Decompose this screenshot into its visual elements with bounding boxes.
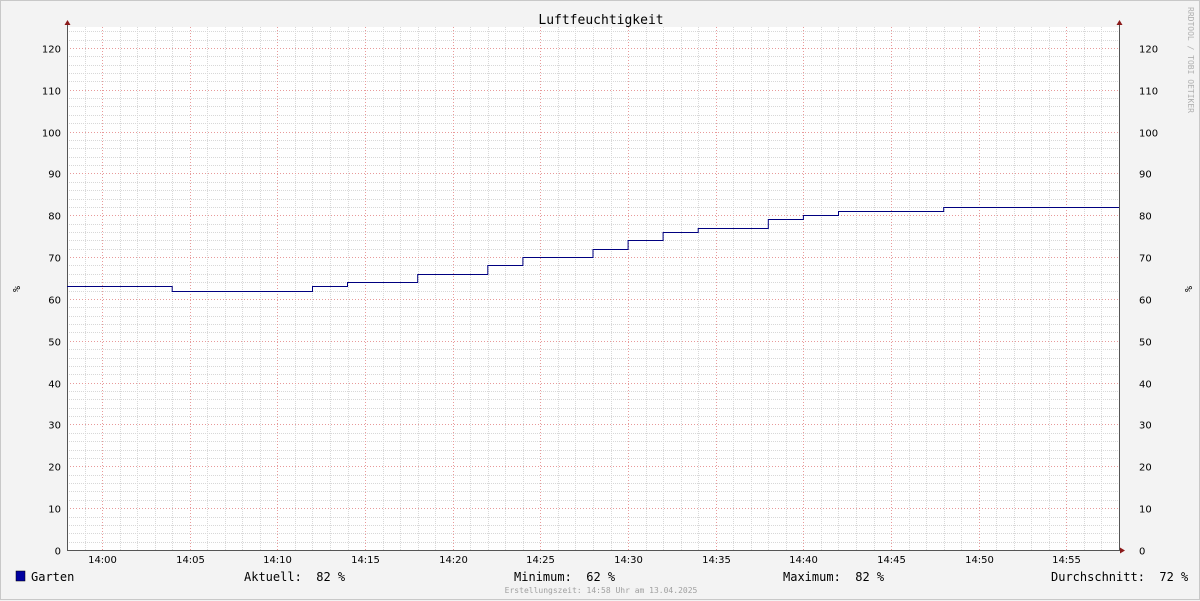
y-tick-label-left: 90 (48, 170, 61, 181)
y-tick-label-left: 120 (42, 45, 61, 56)
creation-timestamp: Erstellungszeit: 14:58 Uhr am 13.04.2025 (505, 586, 698, 595)
x-tick-label: 14:50 (965, 555, 994, 566)
y-tick-label-right: 60 (1139, 296, 1152, 307)
y-tick-label-right: 50 (1139, 338, 1152, 349)
chart-title: Luftfeuchtigkeit (538, 13, 663, 28)
y-tick-label-left: 50 (48, 338, 61, 349)
y-tick-label-right: 120 (1139, 45, 1158, 56)
y-tick-label-right: 10 (1139, 505, 1152, 516)
y-tick-label-right: 70 (1139, 254, 1152, 265)
y-tick-label-right: 90 (1139, 170, 1152, 181)
y-tick-label-right: 40 (1139, 380, 1152, 391)
x-tick-label: 14:10 (263, 555, 292, 566)
left-axis-arrow (65, 20, 71, 25)
x-tick-label: 14:00 (88, 555, 117, 566)
y-tick-label-left: 70 (48, 254, 61, 265)
y-tick-label-left: 40 (48, 380, 61, 391)
y-tick-label-left: 60 (48, 296, 61, 307)
right-axis-arrow (1117, 20, 1123, 25)
y-tick-label-right: 20 (1139, 463, 1152, 474)
x-tick-label: 14:25 (526, 555, 555, 566)
average-value: Durchschnitt: 72 % (1051, 570, 1189, 584)
y-axis-label-left: % (10, 286, 21, 292)
y-tick-label-left: 20 (48, 463, 61, 474)
legend-swatch (16, 571, 25, 581)
graph-frame: 0 0 10 10 20 20 30 30 40 40 50 50 60 60 70 70 80 80 90 90 10… (0, 0, 1200, 600)
y-tick-label-left: 0 (55, 547, 61, 558)
x-tick-label: 14:35 (702, 555, 731, 566)
grid-layer (67, 27, 1119, 550)
y-tick-label-left: 110 (42, 87, 61, 98)
y-tick-label-right: 100 (1139, 129, 1158, 140)
x-tick-label: 14:55 (1052, 555, 1081, 566)
minimum-value: Minimum: 62 % (514, 570, 616, 584)
y-tick-label-left: 30 (48, 421, 61, 432)
y-tick-label-left: 80 (48, 212, 61, 223)
watermark-text: RRDTOOL / TOBI OETIKER (1186, 7, 1195, 113)
x-tick-label: 14:40 (789, 555, 818, 566)
y-axis-label-right: % (1182, 286, 1193, 292)
y-tick-label-right: 110 (1139, 87, 1158, 98)
y-tick-label-right: 30 (1139, 421, 1152, 432)
x-tick-label: 14:05 (176, 555, 205, 566)
current-value: Aktuell: 82 % (244, 570, 346, 584)
x-axis-arrow (1120, 548, 1125, 554)
x-tick-label: 14:20 (439, 555, 468, 566)
legend-label: Garten (31, 570, 74, 584)
y-tick-label-right: 0 (1139, 547, 1145, 558)
y-tick-label-right: 80 (1139, 212, 1152, 223)
x-tick-label: 14:15 (351, 555, 380, 566)
maximum-value: Maximum: 82 % (783, 570, 885, 584)
y-tick-label-left: 10 (48, 505, 61, 516)
chart-svg: 0 0 10 10 20 20 30 30 40 40 50 50 60 60 70 70 80 80 90 90 10… (1, 1, 1200, 601)
y-tick-label-left: 100 (42, 129, 61, 140)
x-tick-label: 14:45 (877, 555, 906, 566)
x-tick-label: 14:30 (614, 555, 643, 566)
